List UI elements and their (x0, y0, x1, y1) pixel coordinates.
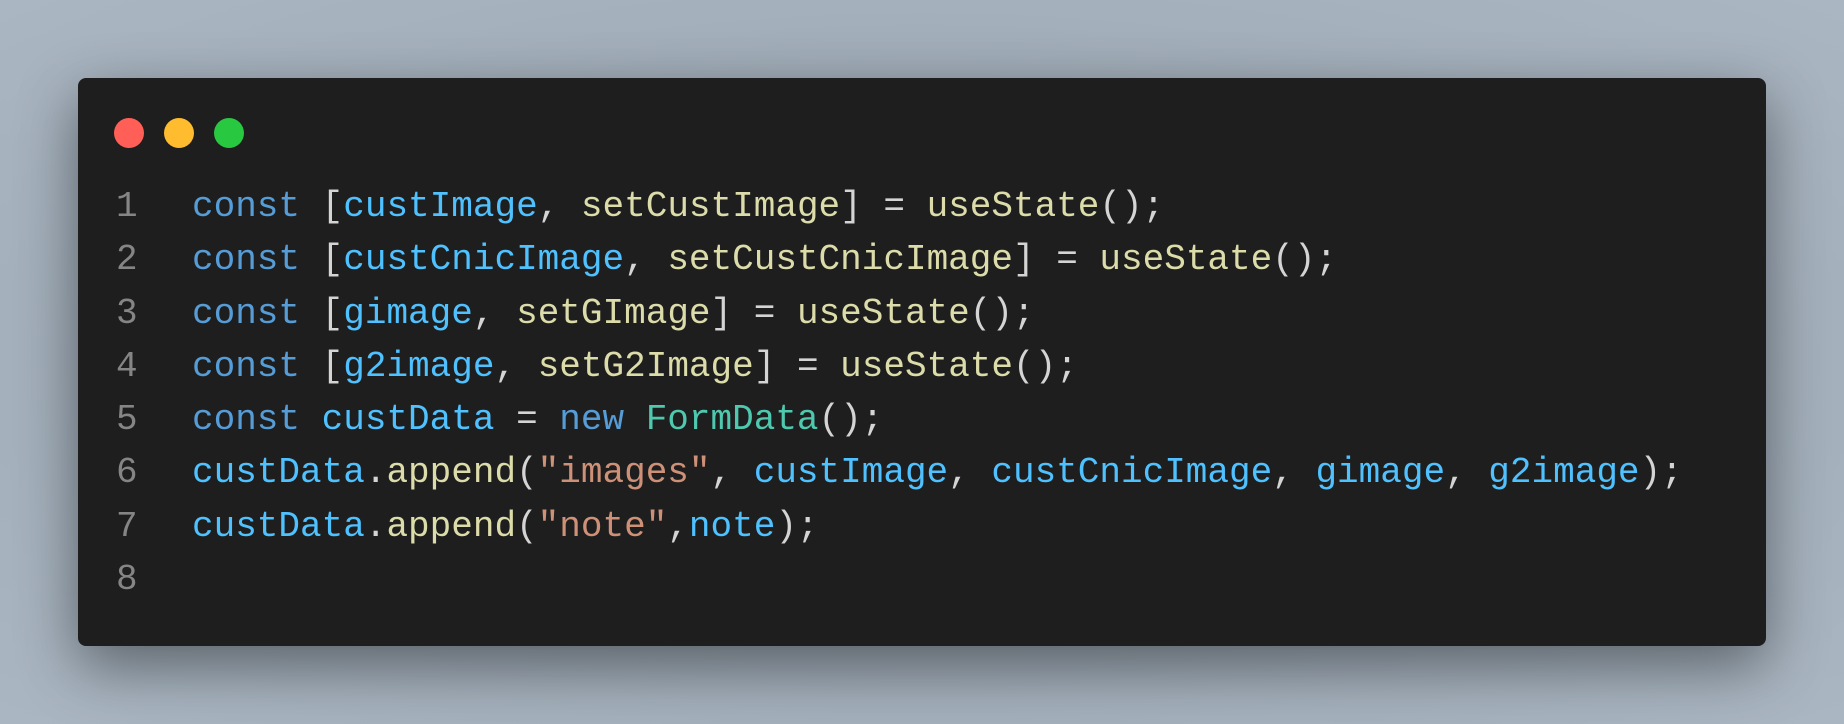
maximize-window-button[interactable] (214, 118, 244, 148)
token-class-name: FormData (645, 399, 819, 441)
token-punctuation (300, 399, 322, 440)
token-keyword: const (192, 292, 301, 334)
token-function-name: setCustCnicImage (667, 239, 1013, 281)
token-punctuation: , (494, 345, 538, 387)
token-punctuation: , (1445, 452, 1489, 494)
token-string-literal: "note" (537, 505, 668, 547)
token-function-name: setG2Image (537, 345, 754, 387)
token-keyword: new (559, 399, 625, 441)
token-punctuation: , (624, 239, 668, 281)
token-punctuation: ] = (753, 345, 841, 387)
token-variable: custCnicImage (991, 452, 1273, 494)
token-variable: gimage (1315, 452, 1446, 494)
token-function-name: append (386, 505, 517, 547)
line-source: const custData = new FormData(); (192, 393, 883, 446)
close-window-button[interactable] (114, 118, 144, 148)
token-variable: g2image (1488, 452, 1640, 494)
token-variable: g2image (343, 345, 495, 387)
token-variable: custData (192, 452, 365, 494)
line-source: const [gimage, setGImage] = useState(); (192, 287, 1035, 340)
token-punctuation: ); (775, 505, 819, 547)
token-function-name: useState (1099, 239, 1273, 281)
token-punctuation: , (1272, 452, 1316, 494)
token-keyword: const (192, 345, 301, 387)
token-variable: custImage (343, 186, 538, 227)
token-function-name: useState (840, 345, 1013, 387)
line-source: custData.append("note",note); (192, 500, 819, 553)
token-punctuation: (); (1013, 345, 1078, 387)
token-punctuation: ); (1639, 452, 1683, 494)
token-function-name: setGImage (516, 292, 711, 334)
token-variable: gimage (343, 292, 473, 334)
line-number: 5 (116, 399, 138, 441)
code-window: 1 const [custImage, setCustImage] = useSt… (78, 78, 1766, 646)
token-function-name: append (386, 452, 517, 494)
token-punctuation: (); (818, 399, 884, 441)
token-punctuation: (); (1099, 186, 1165, 227)
minimize-window-button[interactable] (164, 118, 194, 148)
token-punctuation: ] = (710, 292, 797, 334)
line-number: 7 (116, 505, 138, 547)
token-punctuation: [ (300, 239, 344, 281)
token-variable: custData (192, 505, 365, 547)
token-punctuation: , (710, 452, 754, 494)
token-punctuation: = (494, 399, 560, 441)
token-keyword: const (192, 186, 301, 227)
token-punctuation: . (364, 452, 387, 494)
line-number: 8 (116, 559, 138, 601)
token-punctuation: , (948, 452, 992, 494)
line-number: 3 (116, 292, 138, 334)
token-function-name: useState (926, 186, 1100, 227)
token-punctuation: , (667, 505, 689, 547)
token-punctuation: [ (300, 186, 344, 227)
token-punctuation: ( (516, 452, 538, 494)
line-number: 1 (116, 186, 138, 227)
token-punctuation (624, 399, 646, 440)
token-punctuation: . (364, 505, 387, 547)
token-punctuation: ( (516, 505, 538, 547)
token-punctuation: ] = (1012, 239, 1100, 281)
token-punctuation: [ (300, 345, 344, 387)
token-variable: custCnicImage (343, 239, 625, 281)
token-keyword: const (192, 399, 301, 441)
token-string-literal: "images" (537, 452, 711, 494)
line-source: custData.append("images", custImage, cus… (192, 446, 1683, 499)
line-source: const [custCnicImage, setCustCnicImage] … (192, 233, 1337, 286)
token-variable: note (688, 505, 776, 547)
token-punctuation: , (537, 186, 581, 227)
line-number: 4 (116, 345, 138, 387)
token-keyword: const (192, 239, 301, 281)
token-variable: custData (321, 399, 495, 441)
token-function-name: useState (796, 292, 970, 334)
token-punctuation: (); (969, 292, 1035, 334)
line-source: const [g2image, setG2Image] = useState()… (192, 340, 1078, 393)
line-number: 2 (116, 239, 138, 281)
token-punctuation: [ (300, 292, 344, 334)
token-variable: custImage (753, 452, 949, 494)
token-punctuation: (); (1272, 239, 1338, 281)
line-number: 6 (116, 452, 138, 494)
token-punctuation: , (472, 292, 517, 334)
line-source: const [custImage, setCustImage] = useSta… (192, 180, 1164, 233)
token-punctuation: ] = (840, 186, 927, 227)
token-function-name: setCustImage (580, 186, 841, 227)
